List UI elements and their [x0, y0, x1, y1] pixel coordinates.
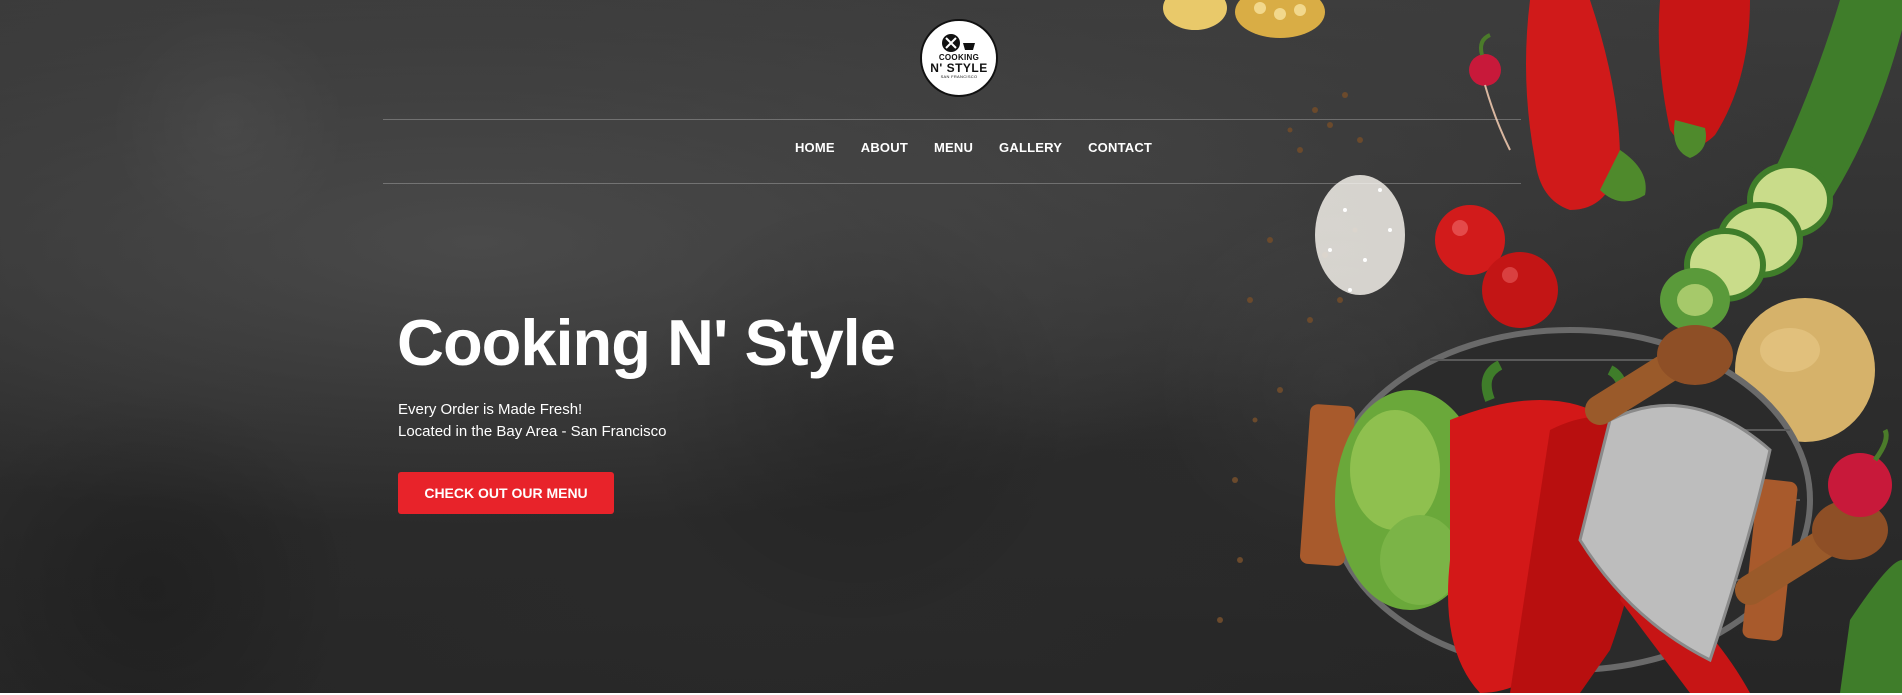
- nav-divider-top: [383, 119, 1521, 120]
- hero-subtitle-line2: Located in the Bay Area - San Francisco: [398, 423, 667, 440]
- corn-image: [1163, 0, 1325, 38]
- nav-item-about[interactable]: ABOUT: [861, 140, 908, 155]
- radish-image: [1469, 33, 1511, 151]
- main-nav: HOME ABOUT MENU GALLERY CONTACT: [0, 140, 1902, 155]
- nav-item-gallery[interactable]: GALLERY: [999, 140, 1062, 155]
- nav-item-contact[interactable]: CONTACT: [1088, 140, 1152, 155]
- nav-item-home[interactable]: HOME: [795, 140, 835, 155]
- tomato-image: [1435, 205, 1558, 328]
- hero-section: COOKING N' STYLE SAN FRANCISCO HOME ABOU…: [0, 0, 1902, 693]
- nav-divider-bottom: [383, 183, 1521, 184]
- zucchini-bottom-image: [1840, 560, 1902, 693]
- red-pepper-top-image: [1526, 0, 1750, 210]
- logo-text-line2: N' STYLE: [930, 60, 988, 75]
- hero-food-image: [1163, 0, 1902, 693]
- menu-cta-button[interactable]: CHECK OUT OUR MENU: [398, 472, 614, 514]
- hero-title: Cooking N' Style: [397, 306, 896, 379]
- radish-bottom-image: [1828, 428, 1892, 517]
- utensils-icon: [942, 33, 975, 52]
- hero-subtitle-line1: Every Order is Made Fresh!: [398, 401, 583, 418]
- hero-subtitle: Every Order is Made Fresh! Located in th…: [398, 399, 666, 443]
- logo[interactable]: COOKING N' STYLE SAN FRANCISCO: [920, 19, 998, 97]
- nav-item-menu[interactable]: MENU: [934, 140, 973, 155]
- logo-text-line3: SAN FRANCISCO: [940, 73, 978, 79]
